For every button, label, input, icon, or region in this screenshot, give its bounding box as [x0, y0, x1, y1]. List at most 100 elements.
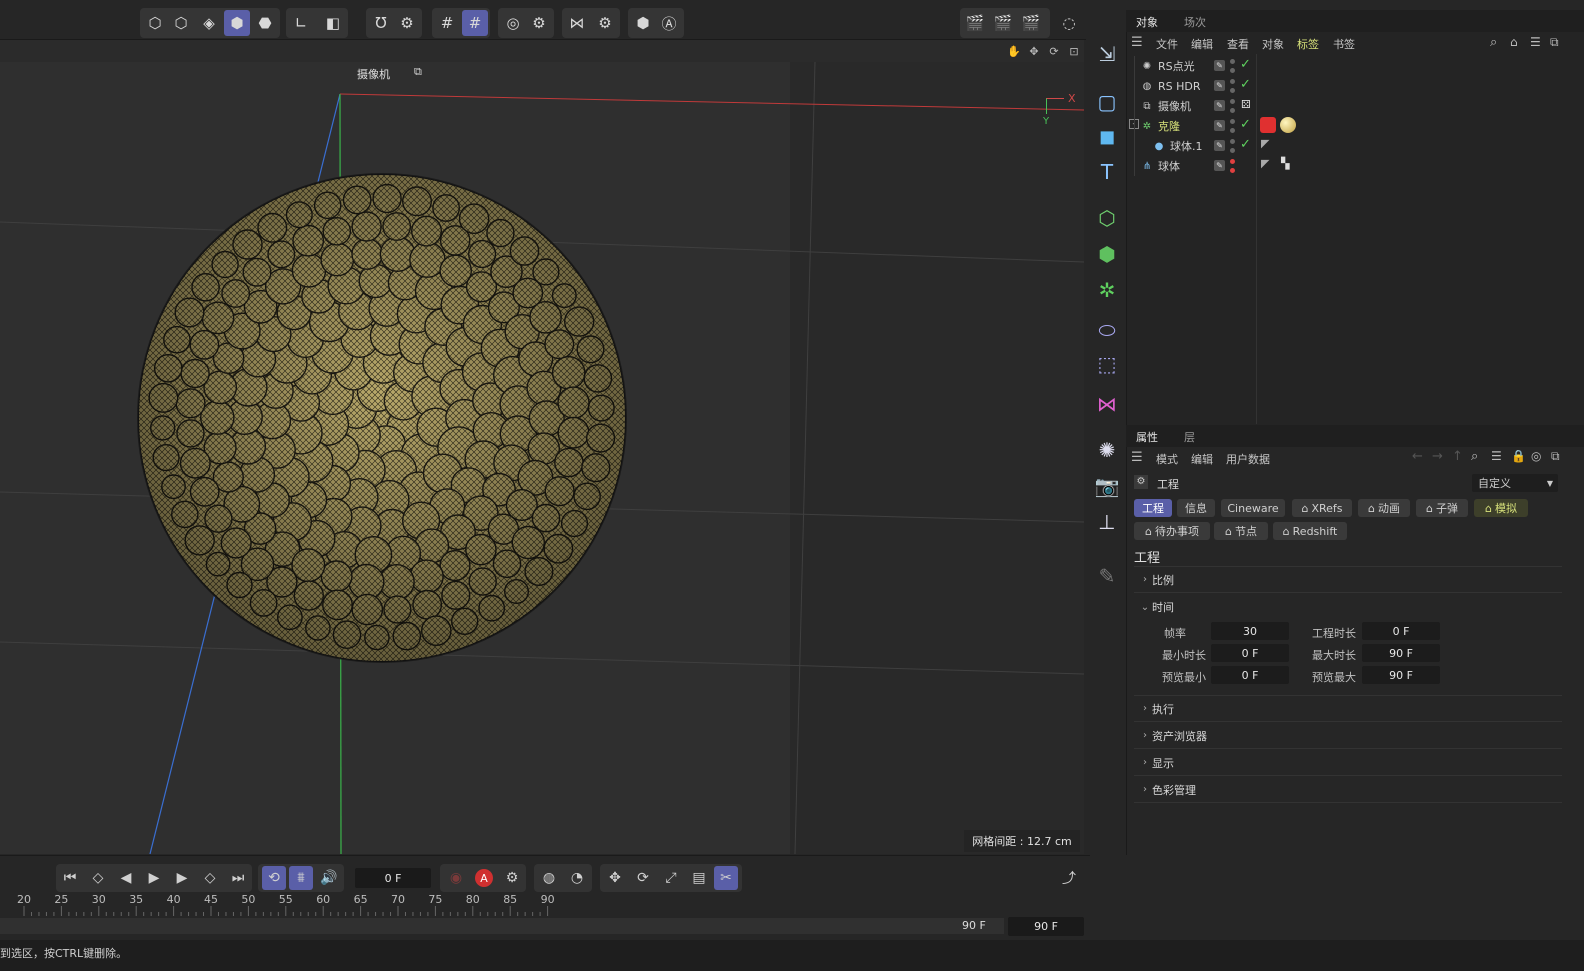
- timeline-range-bar[interactable]: [0, 918, 1004, 934]
- keyframe-icon[interactable]: ◍: [537, 866, 561, 890]
- next-key-icon[interactable]: ◇: [198, 866, 222, 890]
- snap-settings-icon[interactable]: ⚙: [394, 10, 420, 36]
- tab-project[interactable]: 工程: [1134, 499, 1172, 517]
- viewport[interactable]: 摄像机 ⧉ X Y 网格间距 : 12.7 cm: [0, 62, 1084, 854]
- edges-mode-icon[interactable]: ⬡: [168, 10, 194, 36]
- takes-tab[interactable]: 场次: [1184, 14, 1206, 30]
- tab-simulation[interactable]: ⌂ 模拟: [1474, 499, 1528, 517]
- subdivision-icon[interactable]: ⬡: [1090, 202, 1124, 234]
- attr-target-icon[interactable]: ◎: [1531, 449, 1541, 463]
- menu-tags[interactable]: 标签: [1297, 36, 1319, 52]
- enabled-check-icon[interactable]: ✓: [1240, 117, 1251, 132]
- render-picture-icon[interactable]: 🎬: [990, 10, 1016, 36]
- camera-tool-icon[interactable]: 📷: [1090, 470, 1124, 502]
- camera-label[interactable]: 摄像机: [357, 66, 390, 82]
- prev-key-icon[interactable]: ◇: [86, 866, 110, 890]
- tab-animation[interactable]: ⌂ 动画: [1358, 499, 1410, 517]
- polygons-mode-icon[interactable]: ◈: [196, 10, 222, 36]
- section-scale[interactable]: › 比例: [1134, 567, 1562, 593]
- edit-toggle-icon[interactable]: ✎: [1214, 80, 1225, 91]
- record-icon[interactable]: ◉: [444, 866, 468, 890]
- deformer-icon[interactable]: ⬭: [1090, 314, 1124, 346]
- objects-menu-icon[interactable]: ☰: [1131, 35, 1143, 50]
- magnet-icon[interactable]: Ʊ: [368, 10, 394, 36]
- menu-view[interactable]: 查看: [1227, 36, 1249, 52]
- text-tool-icon[interactable]: T: [1090, 156, 1124, 188]
- tab-nodes[interactable]: ⌂ 节点: [1214, 522, 1268, 540]
- camera-tag-icon[interactable]: ⚄: [1241, 99, 1253, 111]
- max-time-field[interactable]: 90 F: [1362, 644, 1440, 662]
- texture-mode-icon[interactable]: ⬣: [252, 10, 278, 36]
- project-length-field[interactable]: 0 F: [1362, 622, 1440, 640]
- auto-icon[interactable]: Ⓐ: [656, 10, 682, 36]
- phong-tag-icon-2[interactable]: ◤: [1261, 158, 1273, 170]
- visibility-dots-icon[interactable]: [1230, 119, 1236, 133]
- scale-key-icon[interactable]: ⤢: [659, 866, 683, 890]
- key-settings-icon[interactable]: ⚙: [500, 866, 524, 890]
- render-view-icon[interactable]: 🎬: [962, 10, 988, 36]
- phong-tag-icon[interactable]: ◤: [1261, 138, 1273, 150]
- symmetry-icon[interactable]: ⋈: [564, 10, 590, 36]
- section-asset-browser[interactable]: › 资产浏览器: [1134, 723, 1562, 749]
- sound-icon[interactable]: 🔊: [317, 866, 341, 890]
- auto-key-icon[interactable]: A: [472, 866, 496, 890]
- visibility-dots-icon[interactable]: [1230, 139, 1236, 153]
- section-time[interactable]: ⌄ 时间: [1134, 594, 1562, 620]
- cloner-tool-icon[interactable]: ✲: [1090, 274, 1124, 306]
- tab-xrefs[interactable]: ⌂ XRefs: [1292, 499, 1352, 517]
- move-view-icon[interactable]: ✥: [1026, 44, 1042, 58]
- attr-filter-icon[interactable]: ☰: [1491, 449, 1502, 463]
- tab-redshift[interactable]: ⌂ Redshift: [1273, 522, 1347, 540]
- tab-bullet[interactable]: ⌂ 子弹: [1416, 499, 1468, 517]
- edit-toggle-icon[interactable]: ✎: [1214, 160, 1225, 171]
- object-row-sphere[interactable]: ⋔ 球体: [1140, 156, 1268, 176]
- search-icon[interactable]: ⌕: [1490, 35, 1497, 50]
- field-icon[interactable]: ⬚: [1090, 348, 1124, 380]
- play-icon[interactable]: ▶: [142, 866, 166, 890]
- attr-menu-userdata[interactable]: 用户数据: [1226, 451, 1270, 467]
- attributes-menu-icon[interactable]: ☰: [1131, 450, 1143, 465]
- menu-bookmarks[interactable]: 书签: [1333, 36, 1355, 52]
- model-mode-icon[interactable]: ⬢: [224, 10, 250, 36]
- go-to-start-icon[interactable]: ⏮: [58, 866, 82, 890]
- preset-dropdown[interactable]: 自定义 ▼: [1472, 474, 1558, 492]
- orbit-icon[interactable]: ⟳: [1046, 44, 1062, 58]
- checker-tag-icon[interactable]: ▚: [1281, 158, 1293, 170]
- preview-range-icon[interactable]: ⩩: [289, 866, 313, 890]
- solo-mode-icon[interactable]: ◧: [320, 10, 346, 36]
- visibility-dots-icon[interactable]: [1230, 59, 1236, 73]
- range-end-field[interactable]: 90 F: [1008, 917, 1084, 936]
- spline-pen-icon[interactable]: ⋈: [1090, 388, 1124, 420]
- points-mode-icon[interactable]: ⬡: [142, 10, 168, 36]
- pan-icon[interactable]: ✋: [1006, 44, 1022, 58]
- axis-mode-icon[interactable]: ∟: [288, 10, 314, 36]
- edit-toggle-icon[interactable]: ✎: [1214, 60, 1225, 71]
- move-tool-icon[interactable]: ⇲: [1090, 38, 1124, 70]
- symmetry-settings-icon[interactable]: ⚙: [592, 10, 618, 36]
- rotation-key-icon[interactable]: ⟳: [631, 866, 655, 890]
- grid-icon[interactable]: #: [434, 10, 460, 36]
- material-ball-icon[interactable]: [1280, 117, 1296, 133]
- workplane-grid-icon[interactable]: #: [462, 10, 488, 36]
- visibility-dots-icon[interactable]: [1230, 99, 1236, 113]
- loop-icon[interactable]: ⟲: [262, 866, 286, 890]
- attr-new-window-icon[interactable]: ⧉: [1551, 449, 1560, 464]
- menu-file[interactable]: 文件: [1156, 36, 1178, 52]
- cube-icon[interactable]: ◼: [1090, 120, 1124, 152]
- attributes-tab[interactable]: 属性: [1136, 429, 1158, 445]
- material-tag-icon[interactable]: [1260, 117, 1276, 133]
- tab-todo[interactable]: ⌂ 待办事项: [1134, 522, 1210, 540]
- refresh-icon[interactable]: ◌: [1056, 10, 1082, 36]
- position-key-icon[interactable]: ✥: [603, 866, 627, 890]
- floor-icon[interactable]: ⊥: [1090, 506, 1124, 538]
- fcurve-icon[interactable]: ⤴: [1057, 866, 1081, 890]
- up-arrow-icon[interactable]: ↑: [1452, 449, 1463, 464]
- objects-tab[interactable]: 对象: [1136, 14, 1158, 30]
- forward-arrow-icon[interactable]: →: [1432, 449, 1443, 464]
- maximize-view-icon[interactable]: ⊡: [1066, 44, 1082, 58]
- menu-edit[interactable]: 编辑: [1191, 36, 1213, 52]
- section-display[interactable]: › 显示: [1134, 750, 1562, 776]
- filter-icon[interactable]: ☰: [1530, 35, 1541, 49]
- next-frame-icon[interactable]: ▶: [170, 866, 194, 890]
- menu-object[interactable]: 对象: [1262, 36, 1284, 52]
